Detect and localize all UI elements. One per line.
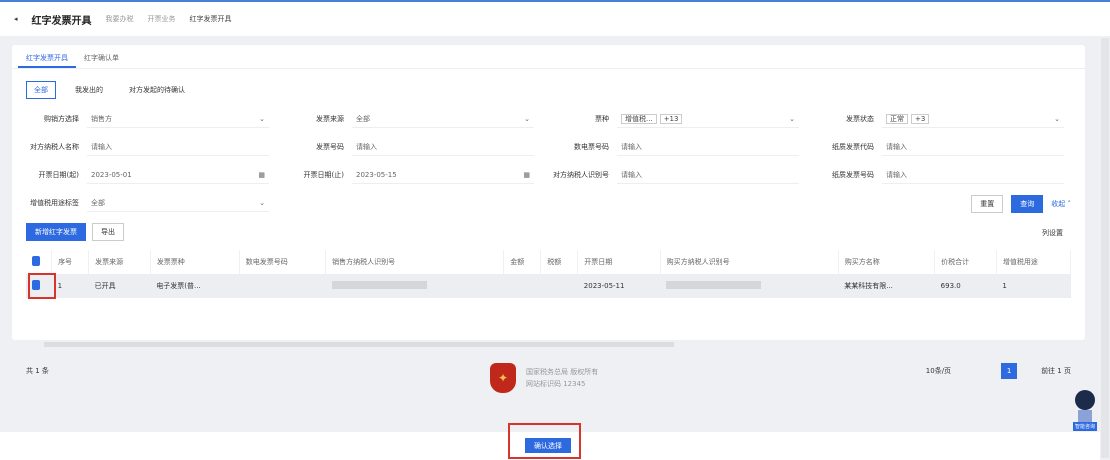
subtab-pending[interactable]: 对方发起的待确认 [122, 82, 192, 98]
cell [540, 274, 578, 298]
chevron-down-icon: ⌄ [259, 198, 265, 207]
back-icon[interactable]: ◂ [14, 15, 18, 23]
page-1[interactable]: 1 [1001, 363, 1018, 379]
tax-emblem-logo: ✦ [490, 363, 516, 393]
cell: 2023-05-11 [577, 274, 661, 298]
goto-unit: 页 [1064, 367, 1071, 375]
usage-tag-select[interactable]: 全部 ⌄ [87, 194, 269, 212]
cell-redacted [660, 274, 839, 298]
chevron-down-icon: ⌄ [789, 114, 795, 123]
chevron-down-icon: ⌄ [524, 114, 530, 123]
subtab-sent[interactable]: 我发出的 [68, 82, 110, 98]
paper-no-input[interactable]: 请输入 [882, 166, 1064, 184]
cell: 1 [51, 274, 89, 298]
cell [239, 274, 326, 298]
column-header: 金额 [503, 250, 542, 274]
cell: 693.0 [934, 274, 997, 298]
new-red-invoice-button[interactable]: 新增红字发票 [26, 223, 86, 241]
field-label: 发票号码 [316, 143, 344, 151]
cell: 1 [996, 274, 1071, 298]
site-footer: ✦ 国家税务总局 版权所有 网站标识码 12345 [490, 363, 598, 393]
field-label: 购销方选择 [44, 115, 79, 123]
page-size-select[interactable]: 10条/页 [926, 366, 951, 376]
cell: 已开具 [88, 274, 151, 298]
paper-code-input[interactable]: 请输入 [882, 138, 1064, 156]
column-header: 开票日期 [577, 250, 661, 274]
collapse-toggle[interactable]: 收起 ˄ [1051, 199, 1071, 209]
calendar-icon: ▦ [258, 170, 265, 179]
table-horizontal-scrollbar[interactable] [44, 342, 674, 347]
header: ◂ 红字发票开具 我要办税 开票业务 红字发票开具 [0, 2, 1110, 36]
kind-select[interactable]: 增值税... +13 ⌄ [617, 110, 799, 128]
column-header: 购买方纳税人识别号 [660, 250, 839, 274]
counterparty-name-input[interactable]: 请输入 [87, 138, 269, 156]
digital-no-input[interactable]: 请输入 [617, 138, 799, 156]
goto-label: 前往 [1041, 367, 1056, 375]
date-start-input[interactable]: 2023-05-01 ▦ [87, 166, 269, 184]
cell: 某某科技有限... [838, 274, 935, 298]
column-header: 购买方名称 [838, 250, 936, 274]
field-label: 对方纳税人名称 [30, 143, 79, 151]
column-header: 数电发票号码 [239, 250, 327, 274]
main-card: 红字发票开具 红字确认单 全部 我发出的 对方发起的待确认 购销方选择 销售方 ⌄ … [12, 45, 1085, 379]
query-form: 购销方选择 销售方 ⌄ 发票来源 全部 ⌄ 票种 增值税... +13 ⌄ 发票状态 正常 +3 ⌄… [12, 105, 1072, 217]
breadcrumb-item: 红字发票开具 [189, 15, 232, 23]
field-label: 票种 [595, 115, 609, 123]
invoice-table: 序号 发票来源 发票票种 数电发票号码 销售方纳税人识别号 金额 税额 开票日期… [26, 250, 1072, 298]
status-select[interactable]: 正常 +3 ⌄ [882, 110, 1064, 128]
total-count: 共 1 条 [26, 367, 49, 375]
field-label: 增值税用途标签 [30, 199, 79, 207]
tab-confirmation[interactable]: 红字确认单 [76, 45, 127, 68]
mascot-label: 智能咨询 [1072, 422, 1097, 431]
table-row[interactable]: 1 已开具 电子发票(普... 2023-05-11 某某科技有限... 693… [26, 274, 1071, 298]
column-header: 发票票种 [150, 250, 240, 274]
footer-text: 国家税务总局 版权所有 [526, 368, 599, 376]
field-label: 发票状态 [846, 115, 874, 123]
buyer-seller-select[interactable]: 销售方 ⌄ [87, 110, 269, 128]
page-title: 红字发票开具 [31, 15, 92, 27]
reset-button[interactable]: 重置 [971, 195, 1004, 213]
cell: 电子发票(普... [150, 274, 240, 298]
page-scrollbar[interactable] [1101, 38, 1109, 458]
source-select[interactable]: 全部 ⌄ [352, 110, 534, 128]
export-button[interactable]: 导出 [92, 223, 124, 241]
subtab-all[interactable]: 全部 [26, 81, 56, 99]
tab-red-invoice[interactable]: 红字发票开具 [18, 45, 76, 68]
column-header: 价税合计 [934, 250, 997, 274]
field-label: 数电票号码 [574, 143, 609, 151]
field-label: 开票日期(止) [303, 171, 344, 179]
assistant-mascot[interactable]: 智能咨询 [1066, 390, 1104, 435]
breadcrumb-item[interactable]: 开票业务 [148, 14, 176, 24]
button-highlight [508, 423, 581, 459]
field-label: 纸质发票代码 [832, 143, 874, 151]
counterparty-id-input[interactable]: 请输入 [617, 166, 799, 184]
calendar-icon: ▦ [523, 170, 530, 179]
date-end-input[interactable]: 2023-05-15 ▦ [352, 166, 534, 184]
breadcrumb-item[interactable]: 我要办税 [106, 14, 134, 24]
field-label: 开票日期(起) [38, 171, 79, 179]
cell [503, 274, 541, 298]
field-label: 发票来源 [316, 115, 344, 123]
field-label: 纸质发票号码 [832, 171, 874, 179]
column-header: 销售方纳税人识别号 [325, 250, 505, 274]
checkbox-highlight [28, 273, 56, 299]
invoice-no-input[interactable]: 请输入 [352, 138, 534, 156]
column-header: 税额 [540, 250, 579, 274]
query-button[interactable]: 查询 [1011, 195, 1044, 213]
chevron-down-icon: ⌄ [1054, 114, 1060, 123]
column-header: 增值税用途 [996, 250, 1072, 274]
footer-text: 网站标识码 12345 [526, 380, 586, 388]
column-header: 发票来源 [88, 250, 151, 274]
field-label: 对方纳税人识别号 [553, 171, 609, 179]
select-all-checkbox[interactable] [26, 250, 53, 274]
goto-input[interactable]: 1 [1057, 367, 1061, 375]
column-header: 序号 [51, 250, 90, 274]
column-settings-link[interactable]: 列设置 [1042, 228, 1063, 238]
chevron-down-icon: ⌄ [259, 114, 265, 123]
cell-redacted [325, 274, 504, 298]
